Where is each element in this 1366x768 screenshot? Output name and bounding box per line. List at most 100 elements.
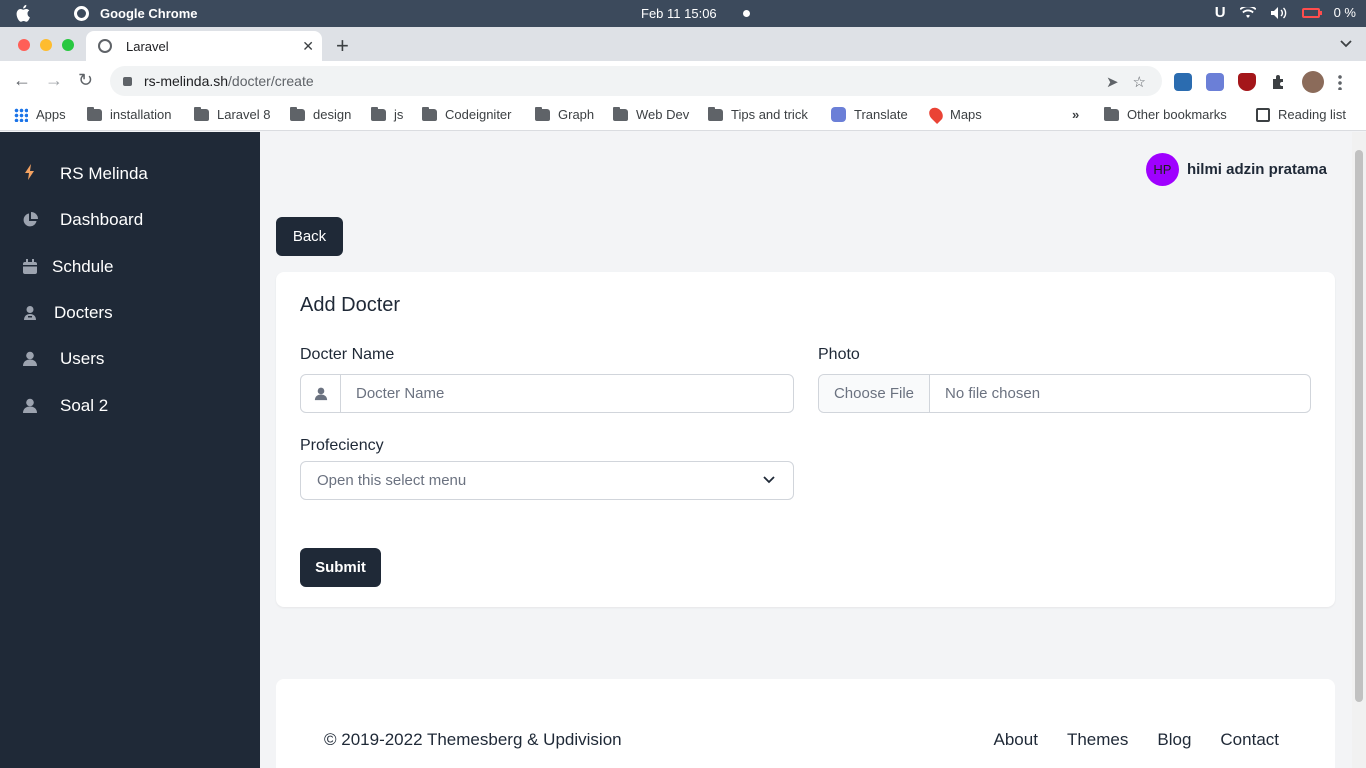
photo-label: Photo [818, 346, 860, 363]
bookmark-codeigniter[interactable]: Codeigniter [422, 106, 512, 122]
app-name[interactable]: Google Chrome [100, 6, 198, 21]
briefcase-extension-icon[interactable] [1174, 73, 1192, 91]
main-content: HP hilmi adzin pratama Back Add Docter D… [260, 132, 1352, 768]
tab-bar: Laravel ✕ + [0, 27, 1366, 61]
minimize-window-button[interactable] [40, 39, 52, 51]
proficiency-select[interactable]: Open this select menu [300, 461, 794, 500]
bookmark-label: Apps [36, 107, 66, 122]
apps-grid-icon [14, 107, 28, 122]
sidebar-item-schdule[interactable]: Schdule [0, 249, 260, 285]
sidebar-item-label: Schdule [52, 257, 114, 276]
bookmark-tips-and-trick[interactable]: Tips and trick [708, 106, 808, 122]
footer-link-about[interactable]: About [994, 730, 1038, 750]
bookmark-label: Maps [950, 107, 982, 122]
sidebar-brand[interactable]: RS Melinda [0, 156, 260, 192]
folder-icon [87, 106, 102, 121]
bookmark-label: Graph [558, 107, 595, 122]
clock[interactable]: Feb 11 15:06 [641, 6, 717, 21]
lightning-icon [25, 164, 34, 180]
sidebar-item-users[interactable]: Users [0, 341, 260, 377]
bookmark-laravel-8[interactable]: Laravel 8 [194, 106, 271, 122]
tab-title: Laravel [126, 38, 169, 54]
battery-icon[interactable] [1301, 7, 1322, 18]
address-row: ← → ↻ rs-melinda.sh/docter/create ➤ ☆ [0, 61, 1366, 101]
close-tab-icon[interactable]: ✕ [302, 38, 314, 55]
bookmark-translate[interactable]: Translate [831, 107, 908, 122]
footer-link-themes[interactable]: Themes [1067, 730, 1128, 750]
user-name: hilmi adzin pratama [1186, 161, 1327, 178]
folder-icon [535, 106, 550, 121]
close-window-button[interactable] [18, 39, 30, 51]
forward-arrow-icon[interactable]: → [45, 70, 63, 91]
sidebar-item-soal-2[interactable]: Soal 2 [0, 388, 260, 424]
lock-icon[interactable] [123, 76, 132, 86]
battery-percent[interactable]: 0 % [1334, 5, 1356, 20]
choose-file-button[interactable]: Choose File [819, 375, 930, 412]
new-tab-button[interactable]: + [336, 33, 349, 59]
user-icon [23, 351, 37, 366]
bookmark-graph[interactable]: Graph [535, 106, 595, 122]
bookmark-label: Laravel 8 [217, 107, 271, 122]
maps-pin-icon [926, 104, 946, 125]
back-arrow-icon[interactable]: ← [13, 70, 31, 91]
reading-list-button[interactable]: Reading list [1256, 107, 1346, 122]
footer-link-blog[interactable]: Blog [1157, 730, 1191, 750]
volume-icon[interactable] [1270, 6, 1288, 20]
maximize-window-button[interactable] [62, 39, 74, 51]
page-scrollbar[interactable] [1352, 132, 1366, 768]
docter-name-input[interactable]: Docter Name [341, 375, 793, 412]
wifi-icon[interactable] [1239, 6, 1256, 19]
bookmark-installation[interactable]: installation [87, 106, 171, 122]
star-icon[interactable]: ☆ [1133, 73, 1146, 91]
bookmark-js[interactable]: js [371, 106, 404, 122]
photo-file-input[interactable]: Choose File No file chosen [818, 374, 1311, 413]
bookmarks-overflow-button[interactable]: » [1072, 107, 1079, 122]
ublock-extension-icon[interactable] [1238, 73, 1256, 91]
footer-link-contact[interactable]: Contact [1220, 730, 1279, 750]
reading-list-icon [1256, 107, 1270, 122]
submit-button[interactable]: Submit [300, 548, 381, 587]
bookmark-maps[interactable]: Maps [926, 104, 982, 125]
bookmark-label: Translate [854, 107, 908, 122]
bookmark-other[interactable]: Other bookmarks [1104, 106, 1227, 122]
sidebar-item-label: Docters [54, 303, 113, 322]
chevron-down-icon [763, 476, 775, 484]
apple-icon[interactable] [16, 4, 32, 22]
folder-icon [290, 106, 305, 121]
os-menu-bar: Google Chrome Feb 11 15:06 U 0 % [0, 0, 1366, 27]
browser-tab[interactable]: Laravel ✕ [86, 31, 322, 61]
user-icon [314, 387, 327, 400]
profile-avatar[interactable] [1302, 71, 1324, 93]
avatar: HP [1145, 153, 1179, 186]
calendar-icon [23, 259, 37, 274]
docter-name-field[interactable]: Docter Name [300, 374, 794, 413]
translate-extension-icon[interactable] [1206, 73, 1224, 91]
back-button[interactable]: Back [276, 217, 343, 256]
brand-name: RS Melinda [60, 164, 148, 183]
proficiency-label: Profeciency [300, 437, 384, 454]
url-bar[interactable]: rs-melinda.sh/docter/create ➤ ☆ [110, 66, 1162, 96]
bookmark-label: js [394, 107, 404, 122]
folder-icon [708, 106, 723, 121]
bookmark-label: design [313, 107, 352, 122]
reload-icon[interactable]: ↻ [78, 70, 93, 91]
bookmark-apps[interactable]: Apps [14, 107, 66, 122]
puzzle-icon[interactable] [1270, 73, 1288, 91]
chevron-down-icon[interactable] [1340, 37, 1352, 49]
u-app-icon[interactable]: U [1215, 4, 1226, 21]
more-menu-icon[interactable] [1338, 74, 1342, 90]
sidebar-item-dashboard[interactable]: Dashboard [0, 202, 260, 238]
send-icon[interactable]: ➤ [1106, 73, 1119, 91]
bookmarks-bar: Apps installation Laravel 8 design js Co… [0, 101, 1366, 131]
sidebar-item-docters[interactable]: Docters [0, 295, 260, 331]
url-host: rs-melinda.sh [144, 73, 229, 89]
user-menu[interactable]: HP hilmi adzin pratama [1145, 153, 1327, 186]
url-path: /docter/create [228, 73, 314, 89]
scrollbar-thumb[interactable] [1355, 150, 1363, 702]
user-addon [301, 375, 341, 412]
bookmark-design[interactable]: design [290, 106, 352, 122]
bookmark-web-dev[interactable]: Web Dev [613, 106, 689, 122]
translate-icon [831, 107, 846, 122]
pie-chart-icon [23, 212, 38, 227]
copyright: © 2019-2022 Themesberg & Updivision [324, 730, 622, 749]
